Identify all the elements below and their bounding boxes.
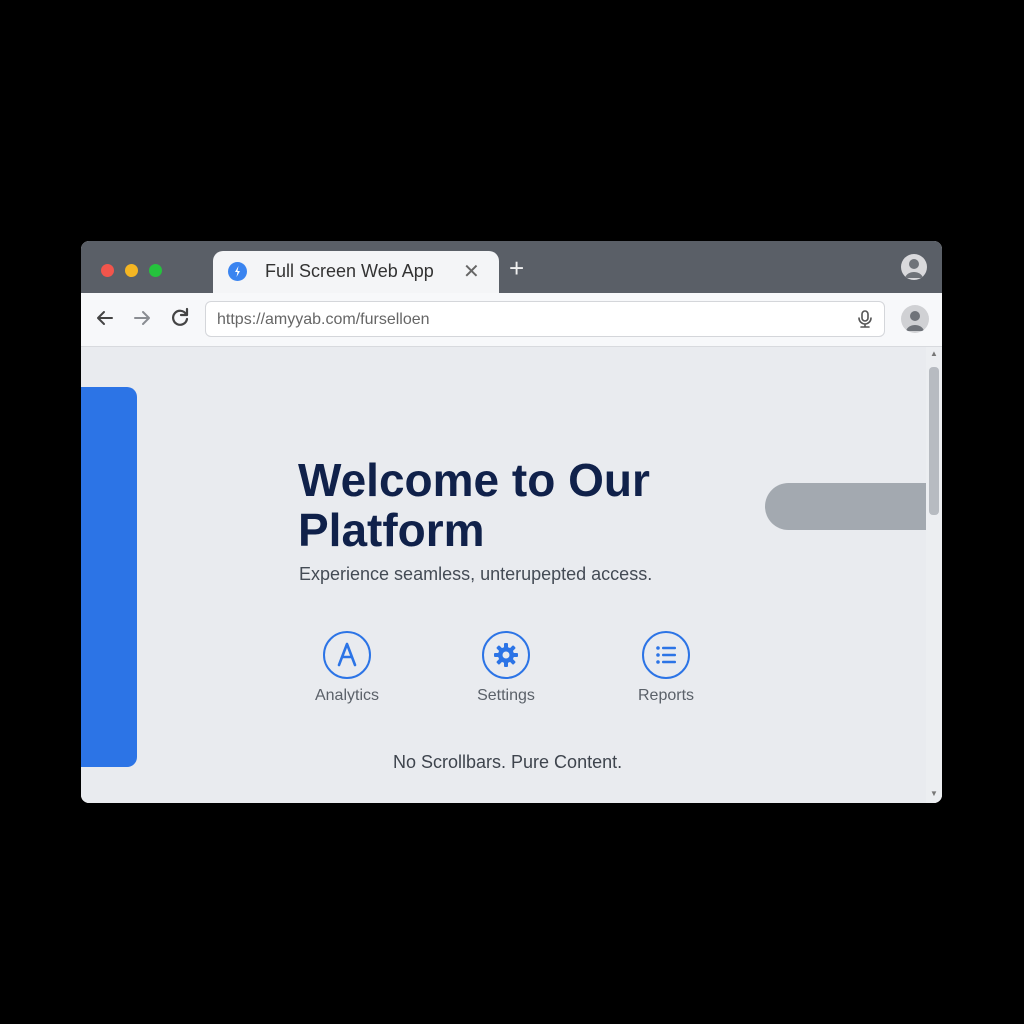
profile-avatar[interactable] bbox=[901, 305, 929, 333]
gear-icon bbox=[482, 631, 530, 679]
arrow-right-icon bbox=[134, 311, 150, 325]
close-window-button[interactable] bbox=[101, 264, 114, 277]
url-text: https://amyyab.com/furselloen bbox=[217, 311, 430, 328]
close-icon[interactable]: ✕ bbox=[463, 259, 480, 284]
decorative-pill bbox=[765, 483, 926, 530]
footer-tagline: No Scrollbars. Pure Content. bbox=[393, 752, 623, 772]
vertical-scrollbar[interactable]: ▲ ▼ bbox=[926, 347, 942, 803]
scroll-up-arrow-icon[interactable]: ▲ bbox=[930, 349, 938, 358]
scroll-down-arrow-icon[interactable]: ▼ bbox=[930, 789, 938, 798]
page-subtitle: Experience seamless, unterupepted access… bbox=[299, 564, 653, 584]
maximize-window-button[interactable] bbox=[149, 264, 162, 277]
back-button[interactable] bbox=[93, 306, 117, 336]
feature-label: Settings bbox=[477, 687, 535, 704]
list-icon bbox=[642, 631, 690, 679]
person-icon bbox=[906, 311, 924, 331]
side-accent-panel bbox=[81, 387, 137, 767]
microphone-icon[interactable] bbox=[856, 309, 874, 329]
browser-window: Full Screen Web App ✕ + https://amyyab.c… bbox=[81, 241, 942, 803]
feature-settings[interactable]: Settings bbox=[456, 631, 556, 705]
app-favicon-icon bbox=[228, 262, 247, 281]
letter-a-icon bbox=[323, 631, 371, 679]
tab-title: Full Screen Web App bbox=[265, 261, 434, 281]
tab-bar: Full Screen Web App ✕ + bbox=[81, 241, 942, 293]
reload-button[interactable] bbox=[168, 306, 192, 336]
browser-toolbar: https://amyyab.com/furselloen bbox=[81, 293, 942, 347]
reload-icon bbox=[172, 307, 189, 326]
account-avatar[interactable] bbox=[901, 254, 927, 280]
person-icon bbox=[905, 259, 923, 278]
feature-label: Reports bbox=[637, 687, 695, 704]
page-title: Welcome to Our Platform bbox=[298, 454, 650, 556]
scrollbar-thumb[interactable] bbox=[929, 367, 939, 515]
page-content: Welcome to Our Platform Experience seaml… bbox=[81, 347, 926, 803]
tab-active[interactable]: Full Screen Web App ✕ bbox=[213, 251, 499, 293]
feature-analytics[interactable]: Analytics bbox=[297, 631, 397, 705]
minimize-window-button[interactable] bbox=[125, 264, 138, 277]
forward-button[interactable] bbox=[130, 306, 154, 336]
feature-label: Analytics bbox=[314, 687, 380, 704]
arrow-left-icon bbox=[97, 311, 113, 325]
new-tab-button[interactable]: + bbox=[509, 255, 524, 281]
feature-reports[interactable]: Reports bbox=[616, 631, 716, 705]
address-bar[interactable]: https://amyyab.com/furselloen bbox=[205, 301, 885, 337]
plus-icon: + bbox=[509, 253, 525, 283]
